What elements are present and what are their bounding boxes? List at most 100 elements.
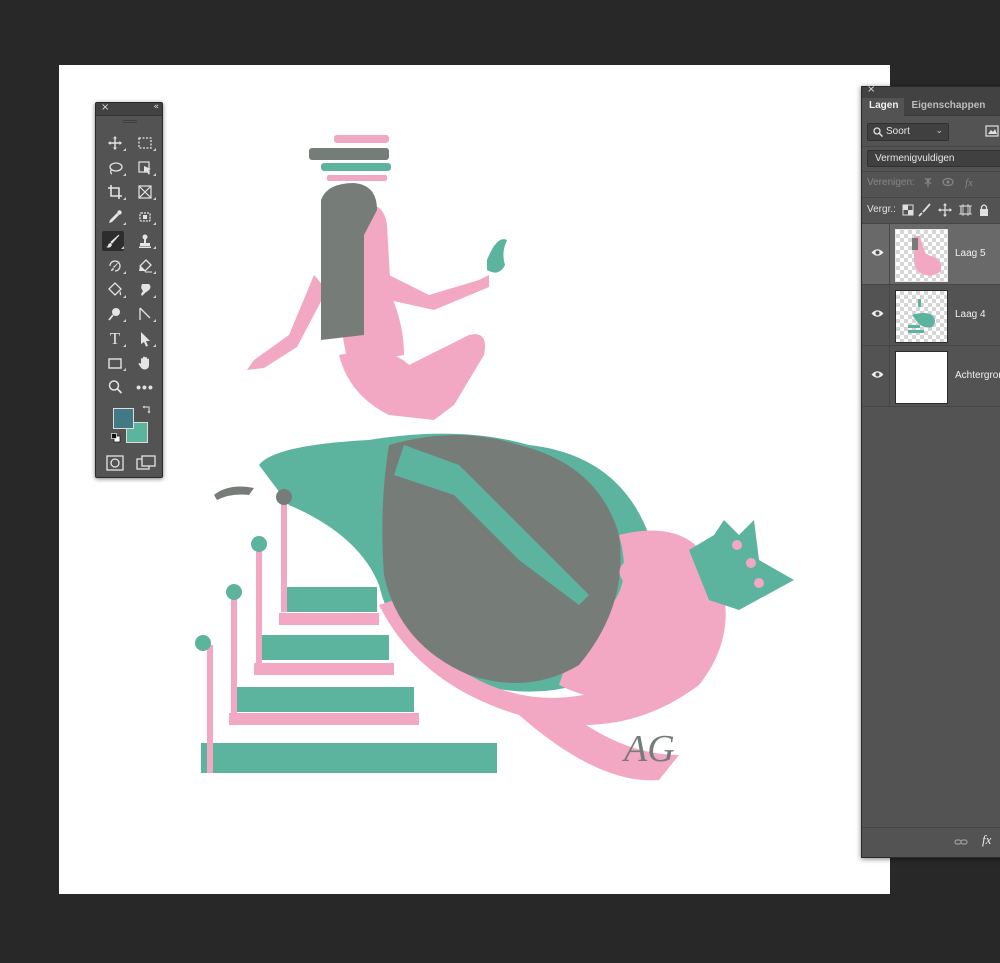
eye-icon[interactable]	[871, 309, 884, 318]
divider	[862, 171, 1000, 172]
unify-position-icon	[924, 177, 932, 187]
eyedropper-tool[interactable]	[104, 207, 126, 227]
tab-eigenschappen[interactable]: Eigenschappen	[904, 98, 991, 116]
rail-post-4	[281, 500, 287, 612]
link-layers-icon[interactable]	[954, 837, 968, 847]
paint-bucket-tool[interactable]	[104, 280, 126, 300]
rect-marquee-icon	[138, 137, 152, 149]
held-pear	[487, 239, 507, 273]
eraser-icon	[139, 259, 152, 273]
brush-tool[interactable]	[102, 231, 124, 251]
hand-tool[interactable]	[134, 353, 156, 373]
stamp-icon	[139, 234, 151, 248]
eye-icon[interactable]	[871, 370, 884, 379]
crown-dot-3	[754, 578, 764, 588]
divider	[889, 346, 890, 406]
pen-icon	[139, 307, 151, 320]
type-tool[interactable]: T	[104, 329, 126, 349]
stair-step-4	[287, 587, 377, 612]
pear-stem	[214, 486, 254, 500]
tools-panel-header[interactable]: × «	[96, 102, 162, 116]
layer-row[interactable]: Laag 4	[862, 285, 1000, 346]
rail-post-3	[256, 548, 262, 663]
lock-transparency-icon	[902, 204, 914, 216]
object-select-tool[interactable]	[134, 158, 156, 178]
bandage-icon	[139, 212, 151, 222]
chevron-down-icon: ⌄	[935, 125, 943, 135]
more-icon: •••	[136, 379, 154, 395]
layer-row[interactable]: Achtergrond	[862, 346, 1000, 407]
crown-dot-1	[732, 540, 742, 550]
rectangle-tool[interactable]	[104, 353, 126, 373]
signature: AG	[621, 728, 675, 770]
layer-name: Laag 5	[955, 248, 986, 259]
swap-colors-icon[interactable]	[142, 404, 152, 414]
document-canvas[interactable]: AG	[59, 65, 890, 894]
foreground-color-swatch[interactable]	[113, 408, 134, 429]
spot-healing-tool[interactable]	[134, 207, 156, 227]
layer-name: Laag 4	[955, 309, 986, 320]
lasso-tool[interactable]	[104, 158, 126, 178]
image-filter-icon[interactable]	[985, 125, 999, 137]
layers-panel-header[interactable]: ×	[862, 84, 1000, 98]
stair-step-3	[259, 635, 389, 660]
panel-grip[interactable]	[123, 120, 137, 123]
arm-left	[247, 275, 327, 370]
rectangle-icon	[108, 358, 122, 369]
lasso-icon	[109, 162, 123, 175]
close-icon[interactable]: ×	[101, 102, 109, 113]
stair-riser-3	[279, 613, 379, 625]
unify-icons: fx	[924, 177, 973, 189]
rail-post-2	[231, 595, 237, 715]
stair-riser-1	[229, 713, 419, 725]
quick-mask-icon[interactable]	[106, 455, 124, 471]
type-icon: T	[109, 329, 121, 348]
search-icon	[873, 127, 883, 137]
move-icon	[108, 136, 122, 150]
close-icon[interactable]: ×	[867, 84, 875, 95]
filter-kind-select[interactable]: Soort ⌄	[867, 123, 949, 141]
hand-icon	[138, 356, 149, 370]
zoom-icon	[108, 380, 123, 394]
history-brush-tool[interactable]	[104, 256, 126, 276]
zoom-tool[interactable]	[104, 377, 126, 397]
rail-knob-2	[226, 584, 242, 600]
screen-mode-icon[interactable]	[136, 455, 156, 471]
layer-filter-row: Soort ⌄	[867, 123, 1000, 143]
collapse-icon[interactable]: «	[153, 102, 158, 112]
tab-lagen[interactable]: Lagen	[862, 98, 905, 116]
marquee-tool[interactable]	[134, 133, 156, 153]
path-select-tool[interactable]	[134, 329, 156, 349]
smudge-tool[interactable]	[134, 280, 156, 300]
layer-name: Achtergrond	[955, 370, 1000, 381]
lock-row: Vergr.:	[867, 203, 988, 217]
eye-icon[interactable]	[871, 248, 884, 257]
lock-icons[interactable]	[902, 203, 1000, 217]
blend-mode-select[interactable]: Vermenigvuldigen	[867, 150, 1000, 167]
rail-knob-4	[276, 489, 292, 505]
panel-tabs: Lagen Eigenschappen	[862, 98, 1000, 116]
move-tool[interactable]	[104, 133, 126, 153]
brush-icon	[106, 234, 120, 248]
divider	[889, 224, 890, 284]
clone-stamp-tool[interactable]	[134, 231, 156, 251]
pen-tool[interactable]	[134, 304, 156, 324]
illustration: AG	[195, 135, 794, 781]
layer-row[interactable]: Laag 5	[862, 224, 1000, 285]
unify-style-icon: fx	[965, 177, 973, 189]
layer-thumbnail	[895, 229, 948, 282]
crown-dot-2	[746, 558, 756, 568]
frame-tool[interactable]	[134, 182, 156, 202]
rail-post-1	[207, 645, 213, 773]
layers-panel: × Lagen Eigenschappen Soort ⌄ Vermenigvu…	[861, 84, 1000, 858]
stair-step-1	[201, 743, 497, 773]
lock-label: Vergr.:	[867, 204, 896, 215]
dodge-tool[interactable]	[104, 304, 126, 324]
eraser-tool[interactable]	[134, 256, 156, 276]
more-tools[interactable]: •••	[134, 377, 156, 397]
layer-thumbnail	[895, 290, 948, 343]
layer-style-fx-icon[interactable]: fx	[982, 832, 991, 848]
default-colors-icon[interactable]	[111, 433, 121, 443]
crop-tool[interactable]	[104, 182, 126, 202]
crop-icon	[108, 185, 122, 199]
